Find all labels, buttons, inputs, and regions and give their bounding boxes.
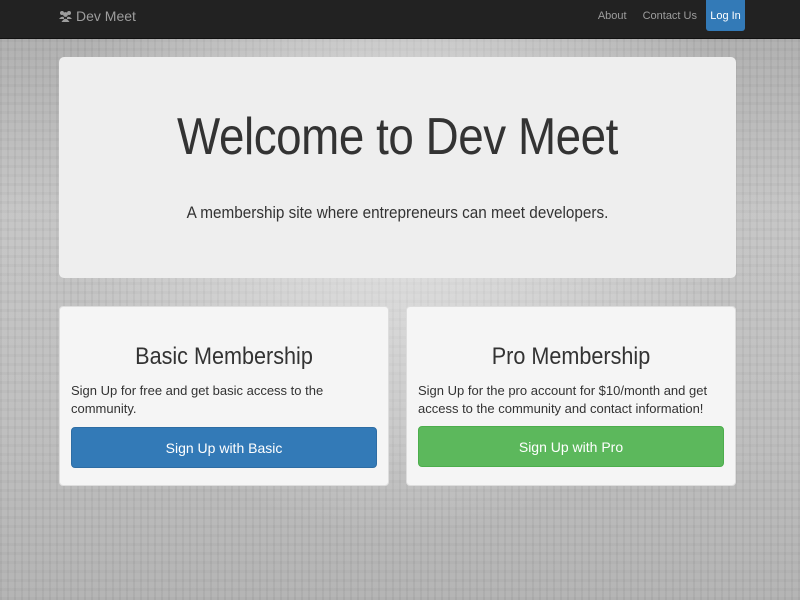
brand-label: Dev Meet — [76, 7, 136, 24]
login-button[interactable]: Log In — [706, 0, 745, 31]
pro-membership-title: Pro Membership — [491, 343, 651, 370]
sign-up-pro-button[interactable]: Sign Up with Pro — [418, 426, 724, 467]
navbar: Dev Meet About Contact Us Log In — [0, 0, 800, 39]
basic-membership-title: Basic Membership — [135, 343, 313, 370]
brand-link[interactable]: Dev Meet — [59, 0, 136, 31]
pro-membership-panel: Pro Membership Sign Up for the pro accou… — [406, 306, 736, 486]
basic-membership-panel: Basic Membership Sign Up for free and ge… — [59, 306, 389, 486]
hero-jumbotron: Welcome to Dev Meet A membership site wh… — [59, 57, 736, 278]
nav-link-about[interactable]: About — [590, 0, 635, 31]
pro-membership-description: Sign Up for the pro account for $10/mont… — [418, 383, 708, 416]
nav-link-contact-us[interactable]: Contact Us — [635, 0, 705, 31]
hero-title: Welcome to Dev Meet — [177, 108, 618, 166]
basic-membership-description: Sign Up for free and get basic access to… — [71, 383, 324, 416]
hero-subtitle: A membership site where entrepreneurs ca… — [186, 203, 609, 222]
users-icon — [59, 10, 72, 22]
nav-links: About Contact Us Log In — [590, 0, 745, 31]
sign-up-basic-button[interactable]: Sign Up with Basic — [71, 427, 377, 468]
